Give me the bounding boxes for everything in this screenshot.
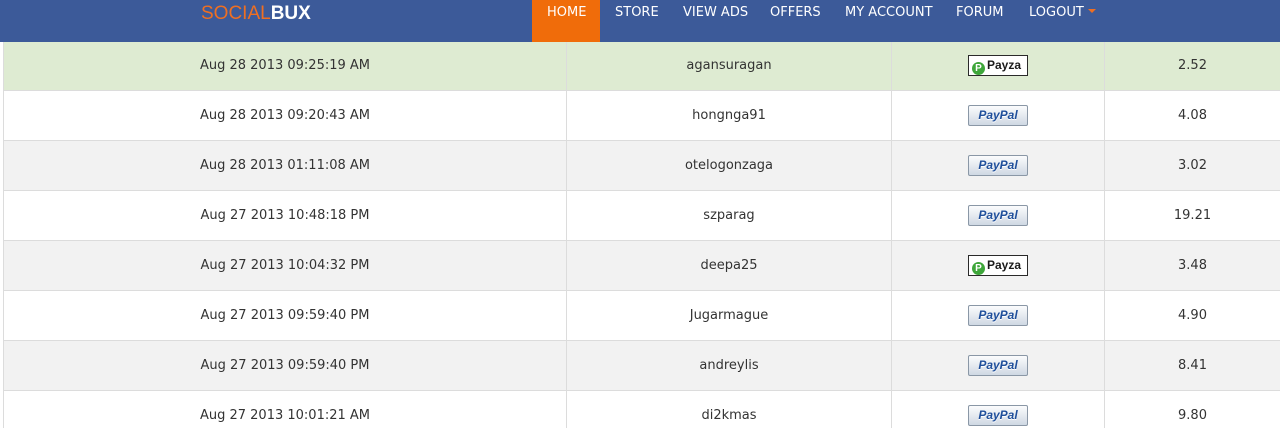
table-row: Aug 27 2013 10:48:18 PM szparag PayPal 19.2… [3, 190, 1280, 241]
payment-username-cell: deepa25 [566, 240, 892, 291]
payment-method-label: PayPal [978, 308, 1018, 322]
logo-text-social: SOCIAL [201, 3, 271, 24]
paypal-logo-icon: PayPal [968, 305, 1028, 326]
table-row: Aug 27 2013 10:04:32 PM deepa25 P Payza 3.48 [3, 240, 1280, 291]
table-row: Aug 28 2013 09:25:19 AM agansuragan P Payza… [3, 40, 1280, 91]
payment-date-cell: Aug 28 2013 09:25:19 AM [3, 40, 567, 91]
payment-method-label: PayPal [978, 358, 1018, 372]
payment-method-cell: P Payza [891, 40, 1105, 91]
payza-logo-icon: P Payza [968, 55, 1028, 76]
nav-logout-label: LOGOUT [1029, 5, 1084, 20]
nav-offers[interactable]: OFFERS [756, 0, 832, 42]
nav-forum[interactable]: FORUM [943, 0, 1018, 42]
payment-method-label: PayPal [978, 158, 1018, 172]
main-nav: HOME STORE VIEW ADS OFFERS MY ACCOUNT FO… [532, 0, 1108, 42]
payment-username-cell: szparag [566, 190, 892, 241]
payza-logo-icon: P Payza [968, 255, 1028, 276]
payment-date-cell: Aug 27 2013 10:48:18 PM [3, 190, 567, 241]
top-navigation-bar: SOCIALBUX HOME STORE VIEW ADS OFFERS MY … [0, 0, 1280, 42]
payment-amount-cell: 3.48 [1104, 240, 1280, 291]
nav-forum-label: FORUM [956, 5, 1004, 20]
payment-method-cell: PayPal [891, 190, 1105, 241]
payment-method-cell: PayPal [891, 90, 1105, 141]
payment-date-cell: Aug 28 2013 09:20:43 AM [3, 90, 567, 141]
payment-amount-cell: 2.52 [1104, 40, 1280, 91]
nav-store[interactable]: STORE [600, 0, 670, 42]
payza-circle-icon: P [972, 262, 985, 275]
payment-username-cell: otelogonzaga [566, 140, 892, 191]
payment-amount-cell: 4.08 [1104, 90, 1280, 141]
payment-method-cell: PayPal [891, 140, 1105, 191]
nav-view-ads-label: VIEW ADS [683, 5, 749, 20]
payment-method-label: PayPal [978, 408, 1018, 422]
payment-method-label: Payza [987, 258, 1022, 272]
payment-amount-cell: 8.41 [1104, 340, 1280, 391]
nav-store-label: STORE [615, 5, 659, 20]
payment-username-cell: agansuragan [566, 40, 892, 91]
payment-method-label: Payza [987, 58, 1022, 72]
payment-method-cell: PayPal [891, 290, 1105, 341]
payment-amount-cell: 9.80 [1104, 390, 1280, 428]
paypal-logo-icon: PayPal [968, 105, 1028, 126]
table-row: Aug 28 2013 09:20:43 AM hongnga91 PayPal 4.… [3, 90, 1280, 141]
logo-text-bux: BUX [270, 3, 311, 24]
payments-table-body: Aug 28 2013 09:25:19 AM agansuragan P Payza… [3, 40, 1280, 428]
table-row: Aug 28 2013 01:11:08 AM otelogonzaga PayPa… [3, 140, 1280, 191]
nav-my-account[interactable]: MY ACCOUNT [832, 0, 943, 42]
payment-method-label: PayPal [978, 208, 1018, 222]
payment-username-cell: di2kmas [566, 390, 892, 428]
table-row: Aug 27 2013 10:01:21 AM di2kmas PayPal 9.80 [3, 390, 1280, 428]
payment-method-cell: P Payza [891, 240, 1105, 291]
nav-view-ads[interactable]: VIEW ADS [670, 0, 756, 42]
payment-method-cell: PayPal [891, 390, 1105, 428]
payments-table: Aug 28 2013 09:25:19 AM agansuragan P Payza… [3, 40, 1280, 428]
table-row: Aug 27 2013 09:59:40 PM Jugarmague PayPal 4… [3, 290, 1280, 341]
paypal-logo-icon: PayPal [968, 155, 1028, 176]
payment-date-cell: Aug 27 2013 09:59:40 PM [3, 340, 567, 391]
payment-date-cell: Aug 27 2013 09:59:40 PM [3, 290, 567, 341]
payment-amount-cell: 19.21 [1104, 190, 1280, 241]
nav-home[interactable]: HOME [532, 0, 600, 42]
payza-circle-icon: P [972, 62, 985, 75]
nav-logout[interactable]: LOGOUT [1018, 0, 1108, 42]
nav-offers-label: OFFERS [770, 5, 821, 20]
payment-date-cell: Aug 28 2013 01:11:08 AM [3, 140, 567, 191]
payment-username-cell: hongnga91 [566, 90, 892, 141]
payment-amount-cell: 4.90 [1104, 290, 1280, 341]
nav-home-label: HOME [547, 5, 587, 20]
caret-down-icon [1087, 9, 1096, 13]
payment-amount-cell: 3.02 [1104, 140, 1280, 191]
payment-method-label: PayPal [978, 108, 1018, 122]
paypal-logo-icon: PayPal [968, 205, 1028, 226]
paypal-logo-icon: PayPal [968, 355, 1028, 376]
payment-username-cell: andreylis [566, 340, 892, 391]
site-logo[interactable]: SOCIALBUX [201, 4, 311, 26]
table-row: Aug 27 2013 09:59:40 PM andreylis PayPal 8.… [3, 340, 1280, 391]
payment-method-cell: PayPal [891, 340, 1105, 391]
payment-date-cell: Aug 27 2013 10:01:21 AM [3, 390, 567, 428]
payment-username-cell: Jugarmague [566, 290, 892, 341]
payment-date-cell: Aug 27 2013 10:04:32 PM [3, 240, 567, 291]
nav-my-account-label: MY ACCOUNT [845, 5, 933, 20]
paypal-logo-icon: PayPal [968, 405, 1028, 426]
